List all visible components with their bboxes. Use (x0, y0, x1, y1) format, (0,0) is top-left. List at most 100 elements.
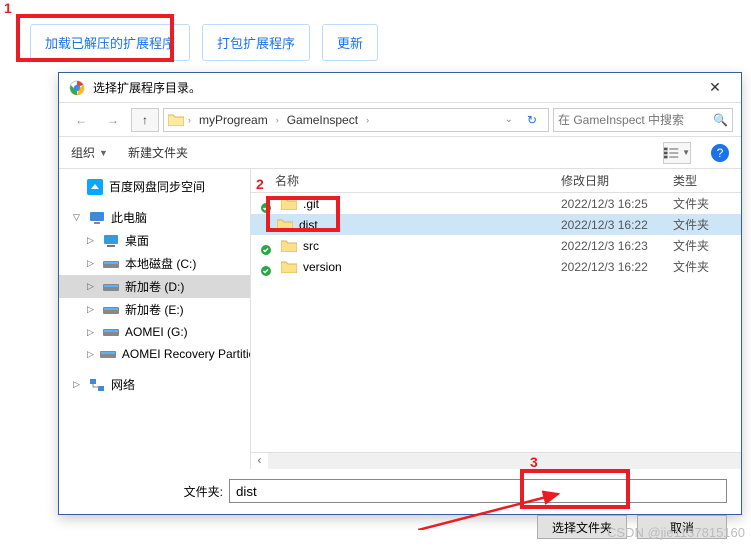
tree-drive-e[interactable]: 新加卷 (E:) (59, 298, 250, 321)
dialog-footer: 文件夹: 选择文件夹 取消 (59, 469, 741, 549)
nav-forward-button: → (99, 108, 127, 132)
folder-label: 文件夹: (73, 483, 223, 500)
folder-icon (277, 218, 293, 231)
dialog-body: 百度网盘同步空间 此电脑 桌面 本地磁盘 (C:) 新加卷 (D: (59, 169, 741, 469)
drive-icon (103, 302, 119, 318)
file-row[interactable]: src 2022/12/3 16:23文件夹 (251, 235, 741, 256)
file-list: .git2022/12/3 16:25文件夹dist2022/12/3 16:2… (251, 193, 741, 452)
file-name: version (303, 260, 342, 274)
select-folder-button[interactable]: 选择文件夹 (537, 515, 627, 539)
tree-label: 桌面 (125, 232, 149, 249)
network-icon (89, 377, 105, 393)
tree-drive-aomei-recovery[interactable]: AOMEI Recovery Partition (59, 343, 250, 365)
file-type: 文件夹 (673, 237, 741, 254)
caret-icon (73, 379, 83, 390)
tree-label: AOMEI (G:) (125, 325, 188, 339)
dialog-titlebar: 选择扩展程序目录。 ✕ (59, 73, 741, 103)
tree-drive-d[interactable]: 新加卷 (D:) (59, 275, 250, 298)
load-unpacked-button[interactable]: 加载已解压的扩展程序 (30, 24, 190, 61)
file-row[interactable]: version 2022/12/3 16:22文件夹 (251, 256, 741, 277)
search-icon[interactable]: 🔍 (713, 113, 728, 127)
caret-icon (73, 212, 83, 223)
scroll-left-icon[interactable]: ‹ (251, 453, 268, 469)
drive-icon (103, 324, 119, 340)
file-type: 文件夹 (673, 216, 741, 233)
tree-label: AOMEI Recovery Partition (122, 347, 251, 361)
file-date: 2022/12/3 16:25 (561, 197, 673, 211)
tool-row: 组织 ▼ 新建文件夹 ▼ ? (59, 137, 741, 169)
desktop-icon (103, 233, 119, 249)
tree-desktop[interactable]: 桌面 (59, 229, 250, 252)
tree-label: 网络 (111, 376, 135, 393)
tree-network[interactable]: 网络 (59, 373, 250, 396)
column-headers: 名称 修改日期 类型 (251, 169, 741, 193)
file-row[interactable]: .git 2022/12/3 16:25文件夹 (251, 193, 741, 214)
new-folder-button[interactable]: 新建文件夹 (128, 144, 188, 161)
horizontal-scrollbar[interactable]: ‹ (251, 452, 741, 469)
search-input[interactable] (558, 113, 713, 127)
folder-icon (281, 239, 297, 252)
update-button[interactable]: 更新 (322, 24, 378, 61)
breadcrumb-dropdown[interactable]: ⌄ (502, 114, 516, 125)
col-date[interactable]: 修改日期 (561, 172, 673, 189)
file-name: src (303, 239, 319, 253)
tree-this-pc[interactable]: 此电脑 (59, 206, 250, 229)
baidu-icon (87, 179, 103, 195)
drive-icon (103, 256, 119, 272)
annotation-label-1: 1 (4, 0, 12, 16)
drive-icon (103, 279, 119, 295)
file-date: 2022/12/3 16:22 (561, 260, 673, 274)
search-box[interactable]: 🔍 (553, 108, 733, 132)
tree-label: 新加卷 (E:) (125, 301, 184, 318)
caret-icon (87, 235, 97, 246)
caret-icon (87, 304, 97, 315)
tree-drive-c[interactable]: 本地磁盘 (C:) (59, 252, 250, 275)
annotation-label-2: 2 (256, 176, 264, 192)
tree-label: 此电脑 (111, 209, 147, 226)
folder-picker-dialog: 选择扩展程序目录。 ✕ ← → ↑ › myProgream › GameIns… (58, 72, 742, 515)
drive-icon (100, 346, 116, 362)
pc-icon (89, 210, 105, 226)
caret-icon (87, 349, 94, 360)
file-name: .git (303, 197, 319, 211)
file-row[interactable]: dist 2022/12/3 16:22文件夹 (251, 214, 741, 235)
organize-menu[interactable]: 组织 ▼ (71, 144, 108, 161)
file-date: 2022/12/3 16:23 (561, 239, 673, 253)
scroll-track[interactable] (268, 453, 741, 469)
caret-icon (87, 258, 97, 269)
nav-tree: 百度网盘同步空间 此电脑 桌面 本地磁盘 (C:) 新加卷 (D: (59, 169, 251, 469)
pack-extension-button[interactable]: 打包扩展程序 (202, 24, 310, 61)
chrome-icon (69, 80, 85, 96)
col-type[interactable]: 类型 (673, 172, 741, 189)
dialog-close-button[interactable]: ✕ (695, 79, 735, 96)
nav-row: ← → ↑ › myProgream › GameInspect › ⌄ ↻ 🔍 (59, 103, 741, 137)
file-type: 文件夹 (673, 195, 741, 212)
tree-label: 新加卷 (D:) (125, 278, 184, 295)
breadcrumb[interactable]: › myProgream › GameInspect › ⌄ ↻ (163, 108, 549, 132)
nav-up-button[interactable]: ↑ (131, 108, 159, 132)
annotation-label-3: 3 (530, 454, 538, 470)
folder-icon (281, 197, 297, 210)
folder-icon (168, 112, 184, 128)
cancel-button[interactable]: 取消 (637, 515, 727, 539)
tree-drive-g[interactable]: AOMEI (G:) (59, 321, 250, 343)
view-mode-button[interactable]: ▼ (663, 142, 691, 164)
file-type: 文件夹 (673, 258, 741, 275)
help-button[interactable]: ? (711, 144, 729, 162)
tree-baidu-sync[interactable]: 百度网盘同步空间 (59, 175, 250, 198)
nav-back-button[interactable]: ← (67, 108, 95, 132)
extensions-toolbar: 加载已解压的扩展程序 打包扩展程序 更新 (0, 0, 751, 71)
chevron-right-icon: › (188, 115, 191, 125)
tree-label: 百度网盘同步空间 (109, 178, 205, 195)
file-name: dist (299, 218, 318, 232)
col-name[interactable]: 名称 (263, 172, 561, 189)
caret-icon (87, 281, 97, 292)
breadcrumb-segment[interactable]: GameInspect (283, 113, 362, 127)
folder-input[interactable] (229, 479, 727, 503)
breadcrumb-segment[interactable]: myProgream (195, 113, 272, 127)
caret-icon (87, 327, 97, 338)
file-date: 2022/12/3 16:22 (561, 218, 673, 232)
dialog-title: 选择扩展程序目录。 (93, 79, 695, 96)
refresh-icon[interactable]: ↻ (520, 108, 544, 132)
file-pane: 名称 修改日期 类型 .git2022/12/3 16:25文件夹dist202… (251, 169, 741, 469)
